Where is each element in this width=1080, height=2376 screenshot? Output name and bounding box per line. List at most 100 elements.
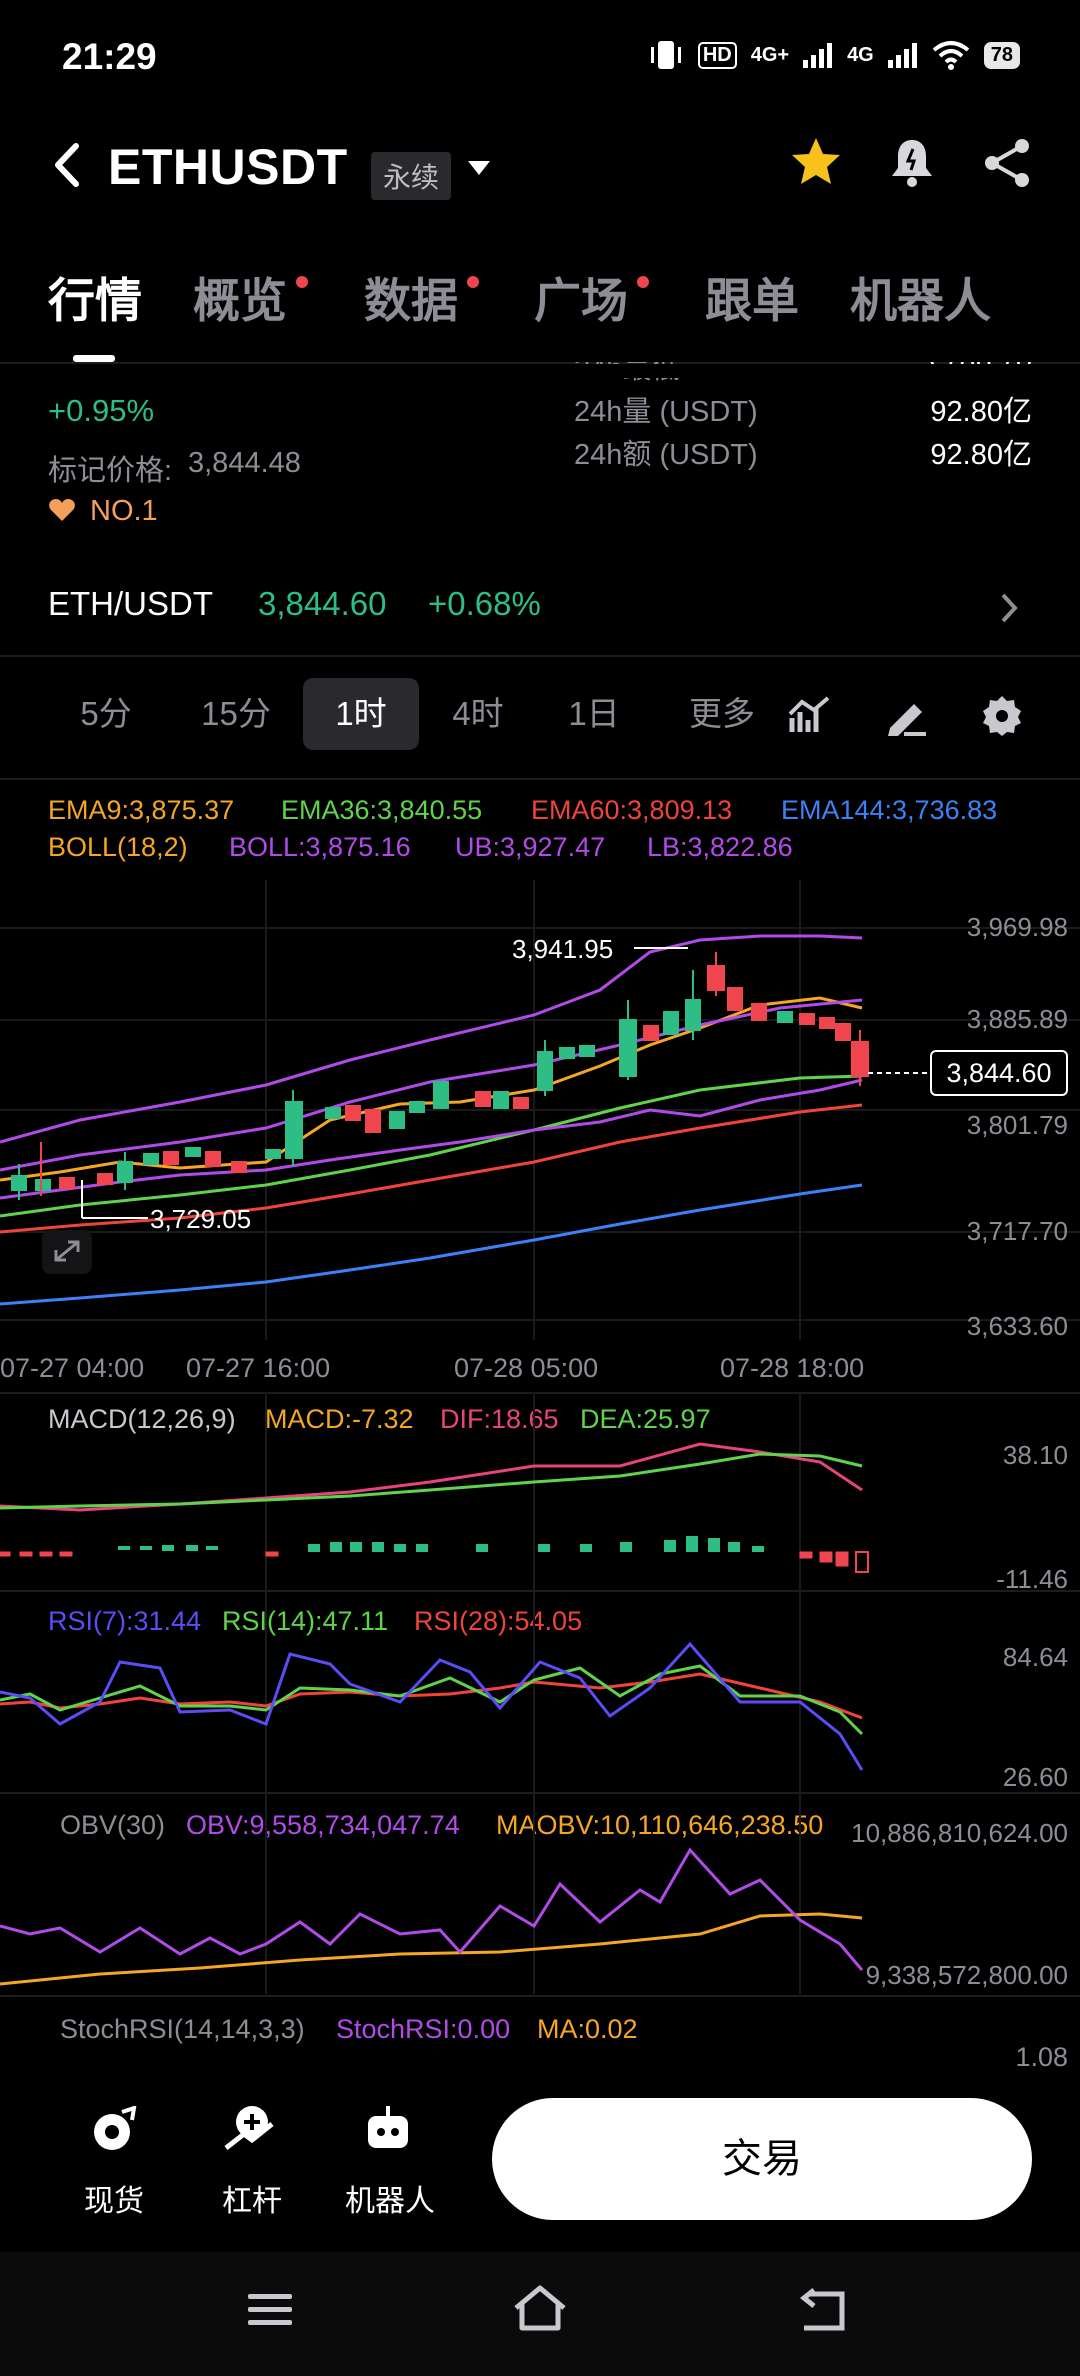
nav-spot[interactable]: 现货 [54, 2176, 174, 2220]
ema9-line [0, 996, 863, 1182]
boll-legend: BOLL(18,2) [48, 832, 188, 862]
mark-price-value: 3,844.48 [188, 447, 301, 479]
boll-mid-legend: BOLL:3,875.16 [229, 832, 411, 862]
ema144-line [0, 1183, 863, 1306]
boll-ub-line [0, 934, 863, 1144]
tab-overview[interactable]: 概览 [193, 262, 287, 331]
robot-icon [368, 2106, 408, 2148]
stoch-ma: MA:0.02 [537, 2014, 638, 2044]
spot-pair-row[interactable]: ETH/USDT [48, 585, 213, 623]
share-icon[interactable] [980, 136, 1034, 190]
maobv-line [0, 1912, 863, 1986]
y-tick: 3,801.79 [967, 1110, 1068, 1140]
margin-icon [224, 2106, 274, 2150]
notification-dot [296, 276, 308, 288]
volume-label: 24h量 (USDT) [574, 396, 758, 428]
stoch-title: StochRSI(14,14,3,3) [60, 2014, 305, 2044]
header: ETHUSDT 永续 [0, 118, 1080, 240]
timeframe-5m[interactable]: 5分 [60, 678, 152, 750]
symbol-title[interactable]: ETHUSDT [108, 138, 348, 196]
y-tick: 3,969.98 [967, 912, 1068, 942]
favorite-star-icon[interactable] [788, 134, 844, 190]
ema36-legend: EMA36:3,840.55 [281, 795, 483, 825]
chevron-down-icon[interactable] [466, 158, 492, 178]
macd-y-top: 38.10 [1003, 1440, 1068, 1470]
back-arrow-icon[interactable] [50, 140, 84, 190]
rsi-y-bottom: 26.60 [1003, 1762, 1068, 1792]
main-tabs: 行情 概览 数据 广场 跟单 机器人 [0, 262, 1080, 342]
network-4g: 4G [847, 43, 874, 66]
spot-pair-name: ETH/USDT [48, 585, 213, 622]
spot-pair-price: 3,844.60 [258, 585, 387, 622]
back-icon[interactable] [796, 2288, 850, 2334]
contract-type-badge[interactable]: 永续 [371, 152, 452, 200]
ema60-legend: EMA60:3,809.13 [531, 795, 733, 825]
price-alert-bell-icon[interactable] [884, 134, 940, 190]
scroll-mask [0, 364, 1080, 378]
timeframe-1h[interactable]: 1时 [303, 678, 419, 750]
nav-margin[interactable]: 杠杆 [192, 2176, 312, 2220]
rsi7-line [0, 1641, 864, 1771]
candlestick-chart[interactable]: 3,941.95 3,729.05 3,844.60 3,969.98 3,88… [0, 880, 1080, 1340]
active-tab-indicator [73, 355, 115, 362]
tab-bots[interactable]: 机器人 [850, 262, 991, 331]
timeframe-15m[interactable]: 15分 [186, 678, 286, 750]
heart-rank-icon [49, 499, 75, 521]
menu-icon[interactable] [246, 2290, 294, 2330]
x-tick: 07-27 04:00 [0, 1353, 145, 1383]
change-percent: +0.95% [48, 393, 155, 428]
rsi28-line [0, 1672, 863, 1720]
low-price-label: 3,729.05 [150, 1204, 251, 1234]
status-bar: 21:29 HD 4G+ 4G 78 [0, 0, 1080, 118]
network-4g-plus: 4G+ [750, 43, 790, 66]
ema9-legend: EMA9:3,875.37 [48, 795, 235, 825]
signal-icon-2 [887, 43, 917, 68]
indicator-icon[interactable] [788, 696, 832, 736]
tab-market[interactable]: 行情 [48, 262, 142, 331]
volume-value: 92.80亿 [930, 396, 1032, 428]
vibrate-icon [650, 41, 681, 69]
dif-line [0, 1442, 863, 1512]
current-price-label: 3,844.60 [946, 1058, 1051, 1088]
macd-chart: 38.10 -11.46 [0, 1392, 1068, 1592]
amount-value: 92.80亿 [930, 439, 1032, 471]
timeframe-4h[interactable]: 4时 [432, 678, 524, 750]
home-icon[interactable] [510, 2284, 570, 2334]
notification-dot [467, 276, 479, 288]
timeframe-more[interactable]: 更多 [672, 678, 772, 750]
tab-data[interactable]: 数据 [364, 262, 458, 331]
macd-histogram-down [0, 1551, 869, 1573]
trade-button[interactable]: 交易 [492, 2098, 1032, 2220]
mark-price-label: 标记价格: [48, 455, 173, 487]
y-tick: 3,633.60 [967, 1311, 1068, 1340]
y-tick: 3,717.70 [967, 1216, 1068, 1246]
tab-copy-trade[interactable]: 跟单 [705, 262, 799, 331]
rank-label: NO.1 [90, 495, 158, 527]
obv-chart: 10,886,810,624.00 9,338,572,800.00 [0, 1794, 1068, 1994]
x-tick: 07-28 05:00 [454, 1353, 599, 1383]
macd-y-bottom: -11.46 [996, 1564, 1068, 1592]
wifi-icon [932, 41, 970, 70]
stoch-y-top: 1.08 [1015, 2042, 1068, 2072]
y-tick: 3,885.89 [967, 1004, 1068, 1034]
tab-square[interactable]: 广场 [534, 262, 628, 331]
chevron-right-icon[interactable] [998, 591, 1020, 625]
status-time: 21:29 [62, 36, 157, 77]
timeframe-1d[interactable]: 1日 [548, 678, 640, 750]
draw-pen-icon[interactable] [884, 696, 928, 736]
notification-dot [637, 276, 649, 288]
hd-badge: HD [697, 41, 737, 69]
amount-label: 24h额 (USDT) [574, 439, 758, 471]
x-tick: 07-28 18:00 [720, 1353, 865, 1383]
macd-histogram-up [118, 1536, 764, 1552]
signal-icon [803, 43, 833, 68]
stoch-value: StochRSI:0.00 [336, 2014, 511, 2044]
status-icons: HD 4G+ 4G 78 [648, 38, 1020, 72]
x-tick: 07-27 16:00 [186, 1353, 331, 1383]
divider [0, 655, 1080, 657]
settings-gear-icon[interactable] [980, 694, 1024, 738]
battery-icon: 78 [983, 41, 1020, 69]
rsi-chart: 84.64 26.60 [0, 1592, 1068, 1792]
obv-y-bottom: 9,338,572,800.00 [866, 1960, 1068, 1990]
nav-bots[interactable]: 机器人 [330, 2176, 450, 2220]
